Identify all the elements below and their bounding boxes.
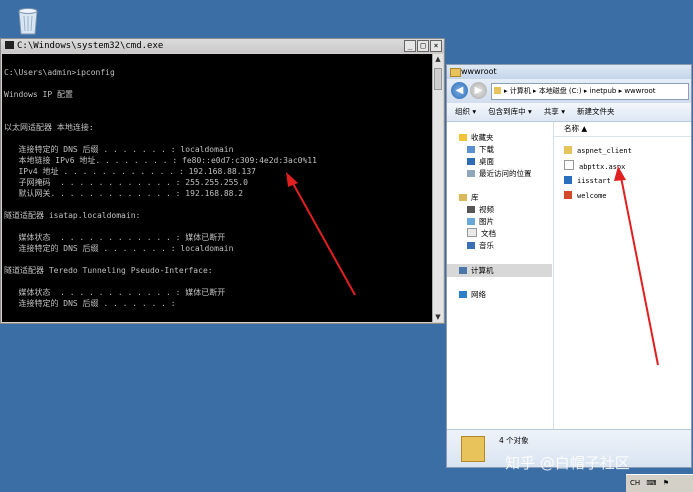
folder-icon: [564, 146, 572, 154]
watermark: 知乎 @白帽子社区: [505, 454, 630, 472]
list-item[interactable]: aspnet_client: [564, 145, 632, 157]
console-line: 连接特定的 DNS 后缀 . . . . . . . : localdomain: [4, 145, 234, 154]
cmd-icon: [5, 41, 14, 49]
maximize-button[interactable]: □: [417, 40, 429, 52]
keyboard-icon[interactable]: ⌨: [646, 475, 656, 492]
folder-icon: [450, 68, 461, 77]
explorer-title: wwwroot: [461, 67, 497, 76]
item-count: 4 个对象: [499, 436, 529, 445]
console-line: IPv4 地址 . . . . . . . . . . . . : 192.16…: [4, 167, 257, 176]
folder-icon: [461, 436, 485, 462]
nav-item-desktop[interactable]: 桌面: [467, 156, 494, 168]
new-folder-button[interactable]: 新建文件夹: [577, 103, 615, 121]
system-tray: CH ⌨ ⚑: [626, 474, 693, 492]
list-item[interactable]: welcome: [564, 190, 607, 202]
explorer-window[interactable]: wwwroot ◀ ▶ ▸ 计算机 ▸ 本地磁盘 (C:) ▸ inetpub …: [446, 64, 692, 468]
flag-icon[interactable]: ⚑: [663, 475, 669, 492]
nav-item-videos[interactable]: 视频: [467, 204, 494, 216]
nav-item-music[interactable]: 音乐: [467, 240, 494, 252]
back-button[interactable]: ◀: [451, 82, 468, 99]
address-bar-row: ◀ ▶ ▸ 计算机 ▸ 本地磁盘 (C:) ▸ inetpub ▸ wwwroo…: [447, 79, 691, 103]
console-line: 媒体状态 . . . . . . . . . . . . : 媒体已断开: [4, 288, 226, 297]
address-input[interactable]: ▸ 计算机 ▸ 本地磁盘 (C:) ▸ inetpub ▸ wwwroot: [491, 83, 689, 100]
column-header-name[interactable]: 名称 ▲: [554, 122, 691, 137]
nav-item-libraries[interactable]: 库: [459, 192, 479, 204]
scroll-thumb[interactable]: [434, 68, 442, 90]
nav-item-downloads[interactable]: 下载: [467, 144, 494, 156]
scroll-up-icon[interactable]: ▲: [433, 54, 443, 64]
console-line: 媒体状态 . . . . . . . . . . . . : 媒体已断开: [4, 233, 226, 242]
file-icon: [564, 160, 574, 170]
computer-icon: [459, 267, 467, 274]
console-line: C:\Users\admin>: [4, 320, 433, 322]
explorer-titlebar[interactable]: wwwroot: [447, 65, 691, 79]
share-button[interactable]: 共享 ▾: [544, 103, 565, 121]
desktop-icon: [467, 158, 475, 165]
documents-icon: [467, 228, 477, 237]
star-icon: [459, 134, 467, 141]
console-line: 隧道适配器 Teredo Tunneling Pseudo-Interface:: [4, 266, 213, 275]
navigation-pane: 收藏夹 下载 桌面 最近访问的位置 库 视频 图片 文档 音乐 计算机 网络: [447, 122, 554, 432]
console-line: C:\Users\admin>ipconfig: [4, 68, 115, 77]
cmd-titlebar[interactable]: C:\Windows\system32\cmd.exe _ □ ×: [1, 39, 444, 53]
language-indicator[interactable]: CH: [630, 475, 640, 492]
close-button[interactable]: ×: [430, 40, 442, 52]
forward-button[interactable]: ▶: [470, 82, 487, 99]
explorer-toolbar: 组织 ▾ 包含到库中 ▾ 共享 ▾ 新建文件夹: [447, 103, 691, 122]
console-line: Windows IP 配置: [4, 90, 73, 99]
console-line: 以太网适配器 本地连接:: [4, 123, 94, 132]
pictures-icon: [467, 218, 475, 225]
nav-item-pictures[interactable]: 图片: [467, 216, 494, 228]
network-icon: [459, 291, 467, 298]
nav-item-computer[interactable]: 计算机: [459, 265, 494, 277]
download-icon: [467, 146, 475, 153]
nav-item-recent[interactable]: 最近访问的位置: [467, 168, 532, 180]
console-line: 隧道适配器 isatap.localdomain:: [4, 211, 141, 220]
image-file-icon: [564, 191, 572, 199]
console-line: 连接特定的 DNS 后缀 . . . . . . . : localdomain: [4, 244, 234, 253]
console-line: 连接特定的 DNS 后缀 . . . . . . . :: [4, 299, 176, 308]
list-item[interactable]: abpttx.aspx: [564, 160, 625, 172]
html-file-icon: [564, 176, 572, 184]
address-path: ▸ 计算机 ▸ 本地磁盘 (C:) ▸ inetpub ▸ wwwroot: [504, 87, 656, 95]
nav-item-favorites[interactable]: 收藏夹: [459, 132, 494, 144]
include-in-library-button[interactable]: 包含到库中 ▾: [488, 103, 532, 121]
file-list: 名称 ▲ aspnet_client abpttx.aspx iisstart …: [554, 122, 691, 432]
video-icon: [467, 206, 475, 213]
recent-places-icon: [467, 170, 475, 177]
library-icon: [459, 194, 467, 201]
nav-item-network[interactable]: 网络: [459, 289, 486, 301]
cmd-scrollbar[interactable]: ▲ ▼: [432, 54, 443, 322]
cmd-window[interactable]: C:\Windows\system32\cmd.exe _ □ × C:\Use…: [0, 38, 445, 324]
console-line: 子网掩码 . . . . . . . . . . . . : 255.255.2…: [4, 178, 248, 187]
minimize-button[interactable]: _: [404, 40, 416, 52]
recycle-bin-icon[interactable]: [14, 4, 42, 36]
nav-item-documents[interactable]: 文档: [467, 228, 496, 240]
console-line: 默认网关. . . . . . . . . . . . . : 192.168.…: [4, 189, 244, 198]
scroll-down-icon[interactable]: ▼: [433, 312, 443, 322]
list-item[interactable]: iisstart: [564, 175, 611, 187]
folder-icon: [494, 87, 501, 94]
console-line: 本地链接 IPv6 地址. . . . . . . . : fe80::e0d7…: [4, 156, 317, 165]
music-icon: [467, 242, 475, 249]
cmd-title: C:\Windows\system32\cmd.exe: [17, 41, 164, 51]
cmd-console[interactable]: C:\Users\admin>ipconfig Windows IP 配置 以太…: [2, 54, 433, 322]
organize-button[interactable]: 组织 ▾: [455, 103, 476, 121]
